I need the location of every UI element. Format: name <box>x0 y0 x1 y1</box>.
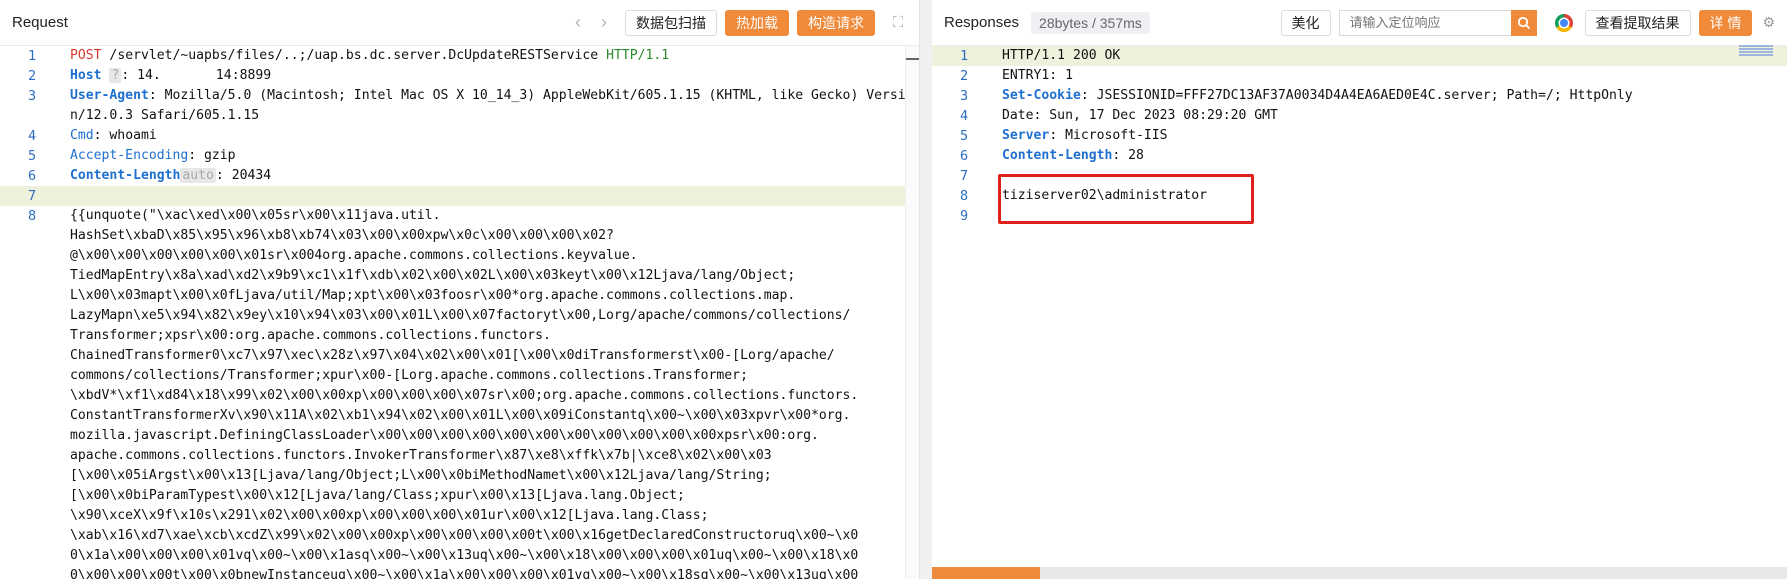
code-line: 5 Server: Microsoft-IIS <box>932 126 1787 146</box>
bottom-tab[interactable] <box>1052 567 1152 579</box>
line-number: 8 <box>960 188 969 204</box>
header-key: Accept-Encoding <box>70 148 189 163</box>
header-value: : 28 <box>1112 148 1144 163</box>
line-number: 2 <box>28 68 37 84</box>
build-request-button[interactable]: 构造请求 <box>797 9 875 36</box>
view-extract-button[interactable]: 查看提取结果 <box>1584 9 1691 36</box>
request-pane: Request ‹ › 数据包扫描 热加载 构造请求 ⛶ 1 POST /ser… <box>0 0 920 579</box>
code-line: 8 {{unquote("\xac\xed\x00\x05sr\x00\x11j… <box>0 206 919 579</box>
line-number: 8 <box>28 208 37 224</box>
vertical-scrollbar[interactable] <box>905 46 919 579</box>
minimap[interactable] <box>1739 44 1773 62</box>
request-path: /servlet/~uapbs/files/..;/uap.bs.dc.serv… <box>101 48 607 63</box>
response-header: Responses 28bytes / 357ms 美化 查看提取结果 详 情 … <box>932 0 1787 46</box>
packet-scan-button[interactable]: 数据包扫描 <box>625 9 717 36</box>
header-value: : 14. 14:8899 <box>121 68 272 83</box>
header-key: Server <box>1002 128 1050 143</box>
header-key: Content-Length <box>70 168 181 183</box>
header-value: : JSESSIONID=FFF27DC13AF37A0034D4A4EA6AE… <box>1080 88 1633 103</box>
line-number: 7 <box>960 168 969 184</box>
code-line: 1 POST /servlet/~uapbs/files/..;/uap.bs.… <box>0 46 919 66</box>
http-method: POST <box>70 48 102 63</box>
auto-chip[interactable]: auto <box>180 168 216 183</box>
line-number: 3 <box>960 88 969 104</box>
result-highlight-box <box>998 174 1254 224</box>
details-button[interactable]: 详 情 <box>1698 9 1753 36</box>
chevron-right-icon[interactable]: › <box>591 12 617 33</box>
response-pane: Responses 28bytes / 357ms 美化 查看提取结果 详 情 … <box>932 0 1787 579</box>
header-key: Cmd <box>70 128 94 143</box>
chevron-left-icon[interactable]: ‹ <box>565 12 591 33</box>
expand-icon[interactable]: ⛶ <box>889 14 907 31</box>
scrollbar-thumb[interactable] <box>906 58 919 60</box>
line-number: 4 <box>960 108 969 124</box>
line-number: 5 <box>28 148 37 164</box>
response-editor[interactable]: 1 HTTP/1.1 200 OK 2 ENTRY1: 1 3 Set-Cook… <box>932 46 1787 579</box>
info-chip[interactable]: ? <box>109 68 122 83</box>
header-value: : whoami <box>93 128 157 143</box>
request-editor[interactable]: 1 POST /servlet/~uapbs/files/..;/uap.bs.… <box>0 46 919 579</box>
bottom-tab-bar <box>932 567 1787 579</box>
code-line: 4 Date: Sun, 17 Dec 2023 08:29:20 GMT <box>932 106 1787 126</box>
hot-load-button[interactable]: 热加载 <box>725 9 789 36</box>
code-line-current: 7 <box>0 186 919 206</box>
search-icon <box>1517 16 1530 29</box>
line-number: 1 <box>960 48 969 64</box>
line-number: 4 <box>28 128 37 144</box>
header-key: Content-Length <box>1002 148 1113 163</box>
code-line: 4 Cmd: whoami <box>0 126 919 146</box>
line-number: 7 <box>28 188 37 204</box>
code-line: 2 ENTRY1: 1 <box>932 66 1787 86</box>
http-protocol: HTTP/1.1 <box>606 48 670 63</box>
chrome-icon[interactable] <box>1554 13 1573 32</box>
code-line: 6 Content-Length: 28 <box>932 146 1787 166</box>
code-line: 3 User-Agent: Mozilla/5.0 (Macintosh; In… <box>0 86 919 126</box>
line-number: 9 <box>960 208 969 224</box>
line-number: 6 <box>960 148 969 164</box>
line-number: 3 <box>28 88 37 104</box>
code-line: 3 Set-Cookie: JSESSIONID=FFF27DC13AF37A0… <box>932 86 1787 106</box>
settings-icon[interactable]: ⚙ <box>1762 14 1775 31</box>
response-stats-badge: 28bytes / 357ms <box>1031 11 1150 34</box>
code-line-current: 1 HTTP/1.1 200 OK <box>932 46 1787 66</box>
header-key: Host <box>70 68 102 83</box>
locate-response-input[interactable] <box>1338 9 1511 36</box>
search-button[interactable] <box>1510 9 1537 36</box>
header-key: Set-Cookie <box>1002 88 1081 103</box>
beautify-button[interactable]: 美化 <box>1280 9 1331 36</box>
header-value: : 20434 <box>215 168 272 183</box>
status-line: HTTP/1.1 200 OK <box>1002 48 1121 63</box>
line-number: 6 <box>28 168 37 184</box>
line-number: 2 <box>960 68 969 84</box>
request-title: Request <box>12 14 68 31</box>
code-line: 2 Host ?: 14. 14:8899 <box>0 66 919 86</box>
header-value: : gzip <box>188 148 236 163</box>
response-title: Responses <box>944 14 1020 31</box>
line-number: 5 <box>960 128 969 144</box>
header-key: User-Agent <box>70 88 149 103</box>
request-header: Request ‹ › 数据包扫描 热加载 构造请求 ⛶ <box>0 0 919 46</box>
request-body: {{unquote("\xac\xed\x00\x05sr\x00\x11jav… <box>70 208 859 579</box>
bottom-tab-active[interactable] <box>932 567 1040 579</box>
code-line: 5 Accept-Encoding: gzip <box>0 146 919 166</box>
code-line: 6 Content-Length auto: 20434 <box>0 166 919 186</box>
header-value: : Microsoft-IIS <box>1049 128 1168 143</box>
line-number: 1 <box>28 48 37 64</box>
header-value: : Mozilla/5.0 (Macintosh; Intel Mac OS X… <box>70 88 914 123</box>
